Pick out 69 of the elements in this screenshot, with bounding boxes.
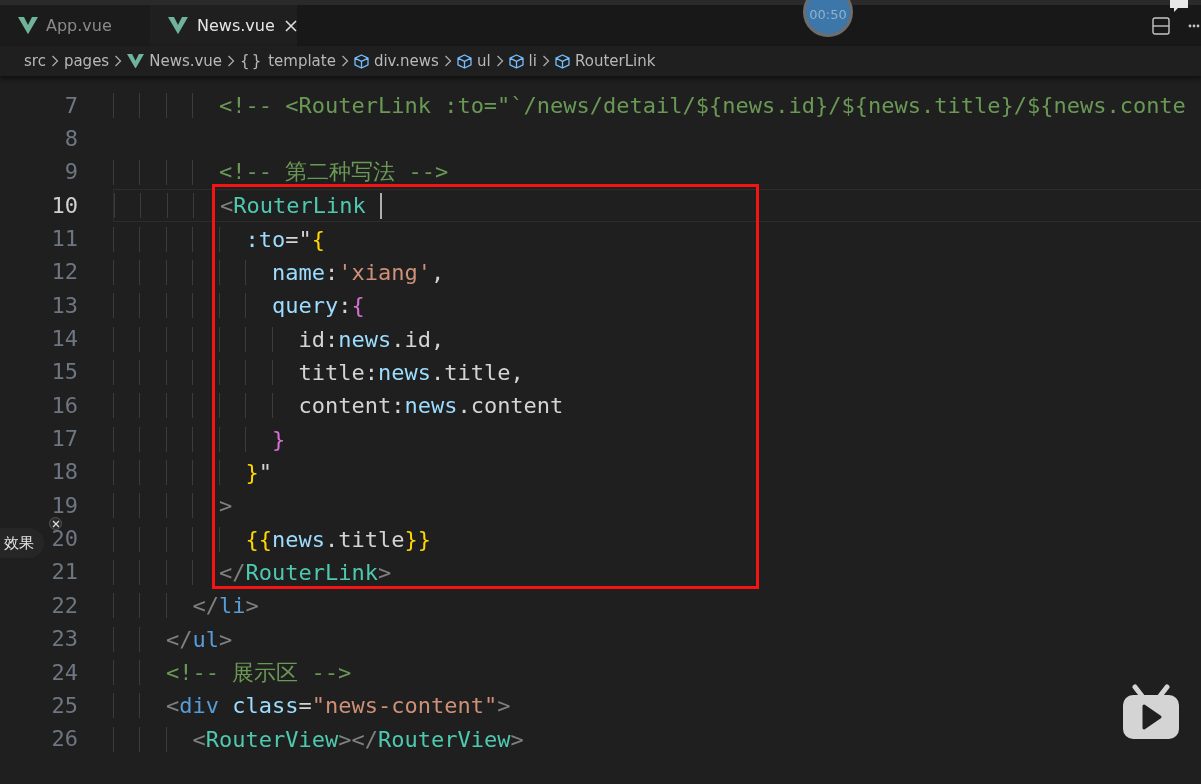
breadcrumb-item[interactable]: ul <box>456 52 491 70</box>
line-number: 15 <box>50 361 78 384</box>
breadcrumb-item[interactable]: RouterLink <box>554 52 656 70</box>
vue-logo-icon <box>127 53 145 69</box>
chevron-icon <box>541 55 550 67</box>
cube-icon <box>508 53 524 69</box>
split-editor-icon <box>1152 16 1170 35</box>
breadcrumb-item[interactable]: {} template <box>240 52 336 70</box>
chevron-icon <box>227 55 236 67</box>
code-line: name:'xiang', <box>271 259 445 285</box>
line-number: 11 <box>50 228 78 251</box>
chevron-icon <box>443 55 452 67</box>
code-line: title:news.title, <box>298 359 524 385</box>
code-line: <div class="news-content"> <box>166 693 511 719</box>
chevron-icon <box>495 55 504 67</box>
code-line: }" <box>245 459 272 485</box>
more-icon <box>1188 23 1200 28</box>
breadcrumb-item[interactable]: src <box>24 52 46 70</box>
code-line: <RouterView></RouterView> <box>192 726 524 752</box>
line-number: 8 <box>63 128 78 150</box>
breadcrumb-item[interactable]: div.news <box>353 52 439 70</box>
line-number: 21 <box>50 561 78 584</box>
chevron-icon <box>50 55 59 67</box>
line-number: 23 <box>50 628 78 651</box>
line-number: 25 <box>50 694 78 717</box>
line-number: 16 <box>50 394 78 417</box>
line-number: 24 <box>50 661 78 684</box>
line-number: 20 <box>50 528 78 551</box>
cube-icon <box>456 53 472 69</box>
help-bubble-icon <box>1168 0 1190 12</box>
line-number: 22 <box>50 594 78 617</box>
code-line: <RouterLink <box>219 193 366 219</box>
code-line: query:{ <box>271 293 365 319</box>
code-line: <!-- 第二种写法 --> <box>218 158 449 187</box>
line-number: 19 <box>50 494 78 517</box>
code-line: :to="{ <box>245 226 325 252</box>
code-line: > <box>218 493 233 519</box>
code-line: id:news.id, <box>298 326 445 352</box>
line-number: 26 <box>50 728 78 751</box>
line-number: 12 <box>50 261 78 284</box>
chevron-icon <box>340 55 349 67</box>
tv-play-icon <box>1122 684 1180 740</box>
cube-icon <box>554 53 570 69</box>
effect-chip[interactable]: 效果 <box>0 528 44 558</box>
code-line: </li> <box>192 593 259 619</box>
breadcrumb-item[interactable]: li <box>508 52 537 70</box>
line-number: 7 <box>63 94 78 117</box>
editor-tab[interactable]: News.vue <box>150 5 297 46</box>
line-number: 9 <box>63 161 78 184</box>
line-number: 17 <box>50 428 78 451</box>
code-line: content:news.content <box>298 393 564 419</box>
line-number: 13 <box>50 294 78 317</box>
code-line: <!-- 展示区 --> <box>166 658 352 687</box>
code-line: </ul> <box>166 626 233 652</box>
breadcrumb-item[interactable]: pages <box>63 52 110 70</box>
vue-logo-icon <box>18 16 38 35</box>
line-number: 10 <box>50 194 78 217</box>
code-line: </RouterLink> <box>218 560 392 585</box>
close-icon <box>51 519 60 528</box>
breadcrumb-item[interactable]: News.vue <box>127 52 223 70</box>
code-line: <!-- <RouterLink :to="`/news/detail/${news.id}/${news.title}/${news.conte <box>218 93 1186 119</box>
line-number: 18 <box>50 461 78 484</box>
close-icon <box>283 18 298 33</box>
cube-icon <box>353 53 369 69</box>
code-line: {{news.title}} <box>245 526 431 552</box>
code-line: } <box>271 426 286 452</box>
chevron-icon <box>114 55 123 67</box>
line-number: 14 <box>50 328 78 351</box>
vue-logo-icon <box>168 16 188 35</box>
